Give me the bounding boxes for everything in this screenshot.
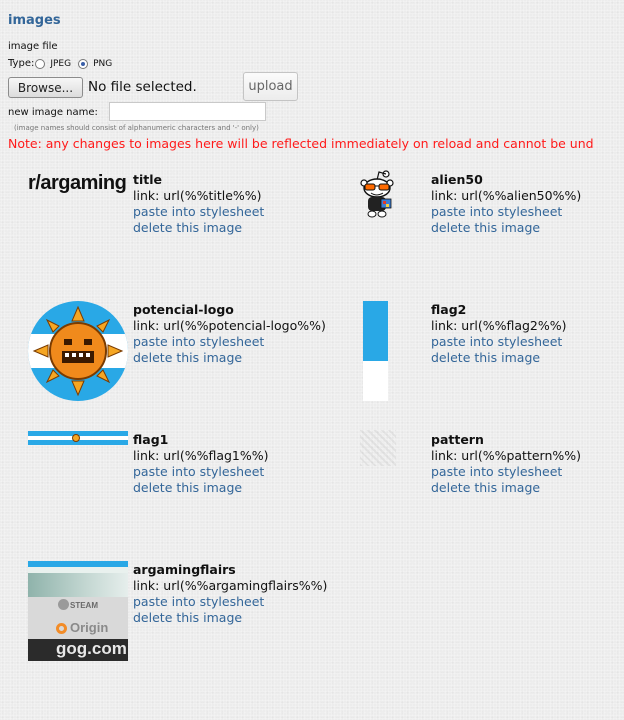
- pattern-thumbnail: [360, 430, 396, 466]
- image-name: title: [133, 172, 162, 187]
- image-link: link: url(%%title%%): [133, 188, 262, 203]
- image-link: link: url(%%flag1%%): [133, 448, 269, 463]
- image-link: link: url(%%argamingflairs%%): [133, 578, 328, 593]
- pixel-sun-icon: [28, 301, 128, 401]
- new-image-name-label: new image name:: [8, 107, 98, 118]
- flag2-thumbnail: [363, 301, 388, 401]
- upload-button[interactable]: upload: [243, 72, 298, 101]
- steam-icon: [58, 599, 69, 610]
- image-name: flag2: [431, 302, 467, 317]
- image-name: argamingflairs: [133, 562, 236, 577]
- image-link: link: url(%%potencial-logo%%): [133, 318, 326, 333]
- flag1-thumbnail: [28, 431, 128, 445]
- delete-link[interactable]: delete this image: [133, 220, 264, 236]
- image-entry-pattern: pattern link: url(%%pattern%%) paste int…: [431, 432, 581, 496]
- jpeg-radio[interactable]: [35, 58, 46, 69]
- paste-link[interactable]: paste into stylesheet: [431, 464, 581, 480]
- delete-link[interactable]: delete this image: [133, 480, 269, 496]
- file-status: No file selected.: [88, 79, 197, 95]
- reddit-alien-icon: [360, 170, 394, 218]
- image-entry-title: title link: url(%%title%%) paste into st…: [133, 172, 264, 236]
- paste-link[interactable]: paste into stylesheet: [133, 334, 326, 350]
- image-entry-flag1: flag1 link: url(%%flag1%%) paste into st…: [133, 432, 269, 496]
- image-link: link: url(%%pattern%%): [431, 448, 582, 463]
- image-entry-potencial-logo: potencial-logo link: url(%%potencial-log…: [133, 302, 326, 366]
- image-name: potencial-logo: [133, 302, 234, 317]
- type-label: Type:: [8, 58, 35, 69]
- origin-icon: [56, 623, 67, 634]
- paste-link[interactable]: paste into stylesheet: [133, 204, 264, 220]
- origin-label: Origin: [70, 620, 109, 635]
- image-name: flag1: [133, 432, 169, 447]
- warning-note: Note: any changes to images here will be…: [8, 136, 594, 151]
- argamingflairs-thumbnail: STEAM Origin gog.com: [28, 561, 128, 661]
- image-file-label: image file: [8, 41, 58, 52]
- image-entry-flag2: flag2 link: url(%%flag2%%) paste into st…: [431, 302, 567, 366]
- gog-label: gog.com: [56, 639, 127, 658]
- image-name: alien50: [431, 172, 483, 187]
- paste-link[interactable]: paste into stylesheet: [431, 204, 581, 220]
- paste-link[interactable]: paste into stylesheet: [133, 464, 269, 480]
- alien50-thumbnail: [359, 170, 395, 222]
- type-row: Type: JPEG PNG: [8, 58, 112, 69]
- delete-link[interactable]: delete this image: [431, 480, 581, 496]
- name-hint: (image names should consist of alphanume…: [14, 124, 259, 132]
- jpeg-label: JPEG: [50, 58, 72, 69]
- delete-link[interactable]: delete this image: [431, 350, 567, 366]
- section-title: images: [8, 13, 61, 28]
- png-radio[interactable]: [78, 58, 89, 69]
- image-link: link: url(%%alien50%%): [431, 188, 582, 203]
- image-link: link: url(%%flag2%%): [431, 318, 567, 333]
- paste-link[interactable]: paste into stylesheet: [133, 594, 327, 610]
- browse-button[interactable]: Browse...: [8, 77, 83, 98]
- delete-link[interactable]: delete this image: [431, 220, 581, 236]
- paste-link[interactable]: paste into stylesheet: [431, 334, 567, 350]
- image-name: pattern: [431, 432, 484, 447]
- delete-link[interactable]: delete this image: [133, 350, 326, 366]
- sun-icon: [72, 434, 80, 442]
- delete-link[interactable]: delete this image: [133, 610, 327, 626]
- image-entry-alien50: alien50 link: url(%%alien50%%) paste int…: [431, 172, 581, 236]
- png-label: PNG: [93, 58, 113, 69]
- potencial-logo-thumbnail: [28, 301, 128, 401]
- title-thumbnail: r/argaming: [28, 172, 127, 194]
- steam-label: STEAM: [70, 601, 98, 610]
- image-entry-argamingflairs: argamingflairs link: url(%%argamingflair…: [133, 562, 327, 626]
- image-name-input[interactable]: [109, 102, 266, 121]
